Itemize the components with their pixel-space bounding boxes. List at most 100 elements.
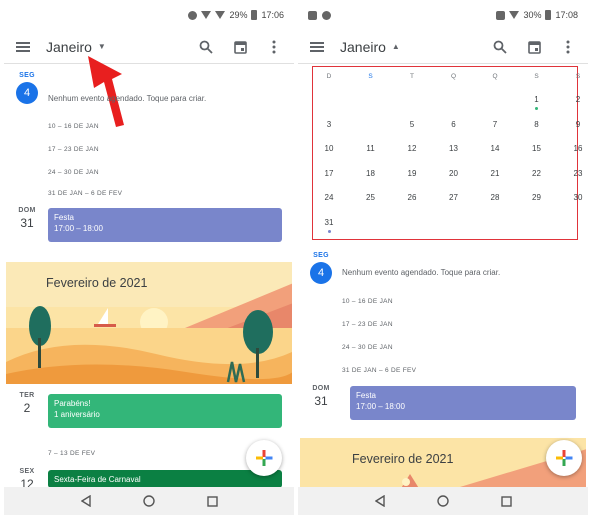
calendar-day[interactable]: 16 [567, 140, 588, 158]
event-card[interactable]: Parabéns! 1 aniversário [48, 394, 282, 428]
calendar-day[interactable]: 1 [526, 91, 548, 110]
calendar-day-number: 27 [449, 193, 458, 202]
vibrate-icon [496, 10, 506, 20]
calendar-today-icon[interactable] [526, 39, 542, 55]
event-card[interactable]: Festa 17:00 – 18:00 [350, 386, 576, 420]
more-vert-icon[interactable] [266, 39, 282, 55]
home-icon[interactable] [436, 494, 450, 508]
home-icon[interactable] [142, 494, 156, 508]
calendar-day-number: 31 [324, 217, 334, 227]
calendar-day-number: 26 [407, 193, 417, 202]
weekday-header: DSTQQSS [313, 73, 581, 83]
calendar-day[interactable]: 9 [567, 116, 588, 134]
event-title: Festa [54, 213, 75, 222]
calendar-day-number: 15 [532, 144, 541, 153]
weekday-label: S [575, 73, 581, 80]
calendar-day-number: 1 [534, 95, 539, 104]
calendar-day[interactable]: 26 [401, 189, 423, 207]
month-selector[interactable]: Janeiro [340, 39, 386, 55]
day-of-week: TER [19, 392, 35, 399]
calendar-day[interactable]: 25 [360, 189, 382, 207]
week-header: 24 – 30 DE JAN [48, 169, 99, 176]
back-icon[interactable] [79, 494, 93, 508]
calendar-day[interactable]: 29 [526, 189, 548, 207]
day-number: 31 [20, 216, 34, 230]
calendar-day[interactable]: 5 [401, 116, 423, 134]
calendar-day[interactable]: 10 [318, 140, 340, 158]
calendar-day[interactable]: 6 [443, 116, 465, 134]
calendar-day[interactable]: 18 [360, 165, 382, 183]
recents-icon[interactable] [499, 494, 513, 508]
calendar-day-number: 20 [449, 168, 458, 178]
app-toolbar: Janeiro ▲ [298, 30, 588, 64]
calendar-day[interactable]: 30 [567, 189, 588, 207]
event-title: Parabéns! [54, 399, 91, 408]
banner-title: Fevereiro de 2021 [46, 276, 148, 290]
calendar-day[interactable]: 11 [360, 140, 382, 158]
calendar-day-number: 14 [490, 144, 500, 153]
calendar-day-number: 30 [573, 193, 583, 202]
more-vert-icon[interactable] [560, 39, 576, 55]
calendar-day[interactable]: 23 [567, 165, 588, 183]
system-nav-bar [298, 487, 588, 515]
day-number: 2 [23, 401, 31, 415]
add-event-button[interactable] [246, 440, 282, 476]
no-event-text[interactable]: Nenhum evento agendado. Toque para criar… [48, 94, 206, 103]
event-title: Sexta-Feira de Carnaval [54, 475, 141, 484]
calendar-day[interactable]: 13 [443, 140, 465, 158]
menu-icon[interactable] [310, 41, 324, 52]
search-icon[interactable] [492, 39, 508, 55]
calendar-day[interactable]: 28 [484, 189, 506, 207]
calendar-day[interactable]: 19 [401, 165, 423, 183]
calendar-day[interactable]: 27 [443, 189, 465, 207]
back-icon[interactable] [373, 494, 387, 508]
dropdown-caret-icon[interactable]: ▲ [392, 42, 400, 51]
calendar-day[interactable]: 22 [526, 165, 548, 183]
battery-icon [545, 10, 552, 20]
calendar-day[interactable]: 31 [318, 214, 340, 233]
calendar-day[interactable]: 3 [318, 116, 340, 134]
calendar-day[interactable]: 15 [526, 140, 548, 158]
event-card[interactable]: Festa 17:00 – 18:00 [48, 208, 282, 242]
calendar-day-number: 10 [324, 144, 334, 153]
status-bar: 29% 17:06 [4, 0, 294, 30]
system-nav-bar [4, 487, 294, 515]
calendar-day-number: 23 [573, 168, 583, 178]
search-icon[interactable] [198, 39, 214, 55]
signal-icon [215, 11, 226, 19]
calendar-day[interactable]: 14 [484, 140, 506, 158]
calendar-day[interactable]: 17 [318, 165, 340, 183]
calendar-day[interactable]: 4 [360, 114, 382, 134]
calendar-day[interactable]: 7 [484, 116, 506, 134]
add-icon [256, 450, 273, 466]
annotation-arrow [88, 56, 124, 127]
no-event-text[interactable]: Nenhum evento agendado. Toque para criar… [342, 268, 500, 277]
day-number: 31 [314, 394, 328, 408]
today-date[interactable]: 4 [16, 82, 38, 104]
weekday-label: Q [450, 73, 457, 80]
signal-icon [509, 11, 520, 19]
calendar-day[interactable]: 21 [484, 165, 506, 183]
calendar-day[interactable]: 8 [526, 116, 548, 134]
calendar-day[interactable]: 2 [567, 91, 588, 109]
calendar-day-number: 8 [534, 119, 539, 129]
month-banner: Fevereiro de 2021 [300, 438, 586, 490]
calendar-today-icon[interactable] [232, 39, 248, 55]
today-date[interactable]: 4 [310, 262, 332, 284]
weekday-label: S [368, 73, 373, 80]
calendar-day-number: 18 [366, 168, 375, 178]
calendar-day[interactable]: 12 [401, 140, 423, 158]
clock: 17:08 [555, 10, 578, 20]
recents-icon[interactable] [205, 494, 219, 508]
event-card[interactable]: Sexta-Feira de Carnaval [48, 470, 282, 488]
calendar-day[interactable]: 24 [318, 189, 340, 207]
menu-icon[interactable] [16, 41, 30, 52]
calendar-day-number: 21 [490, 168, 500, 178]
calendar-day-number: 5 [409, 119, 415, 129]
status-bar: 30% 17:08 [298, 0, 588, 30]
calendar-day[interactable]: 20 [443, 165, 465, 183]
day-of-week: DOM [18, 207, 36, 214]
event-subtitle: 1 aniversário [54, 410, 100, 419]
add-event-button[interactable] [546, 440, 582, 476]
battery-percent: 30% [523, 10, 542, 20]
